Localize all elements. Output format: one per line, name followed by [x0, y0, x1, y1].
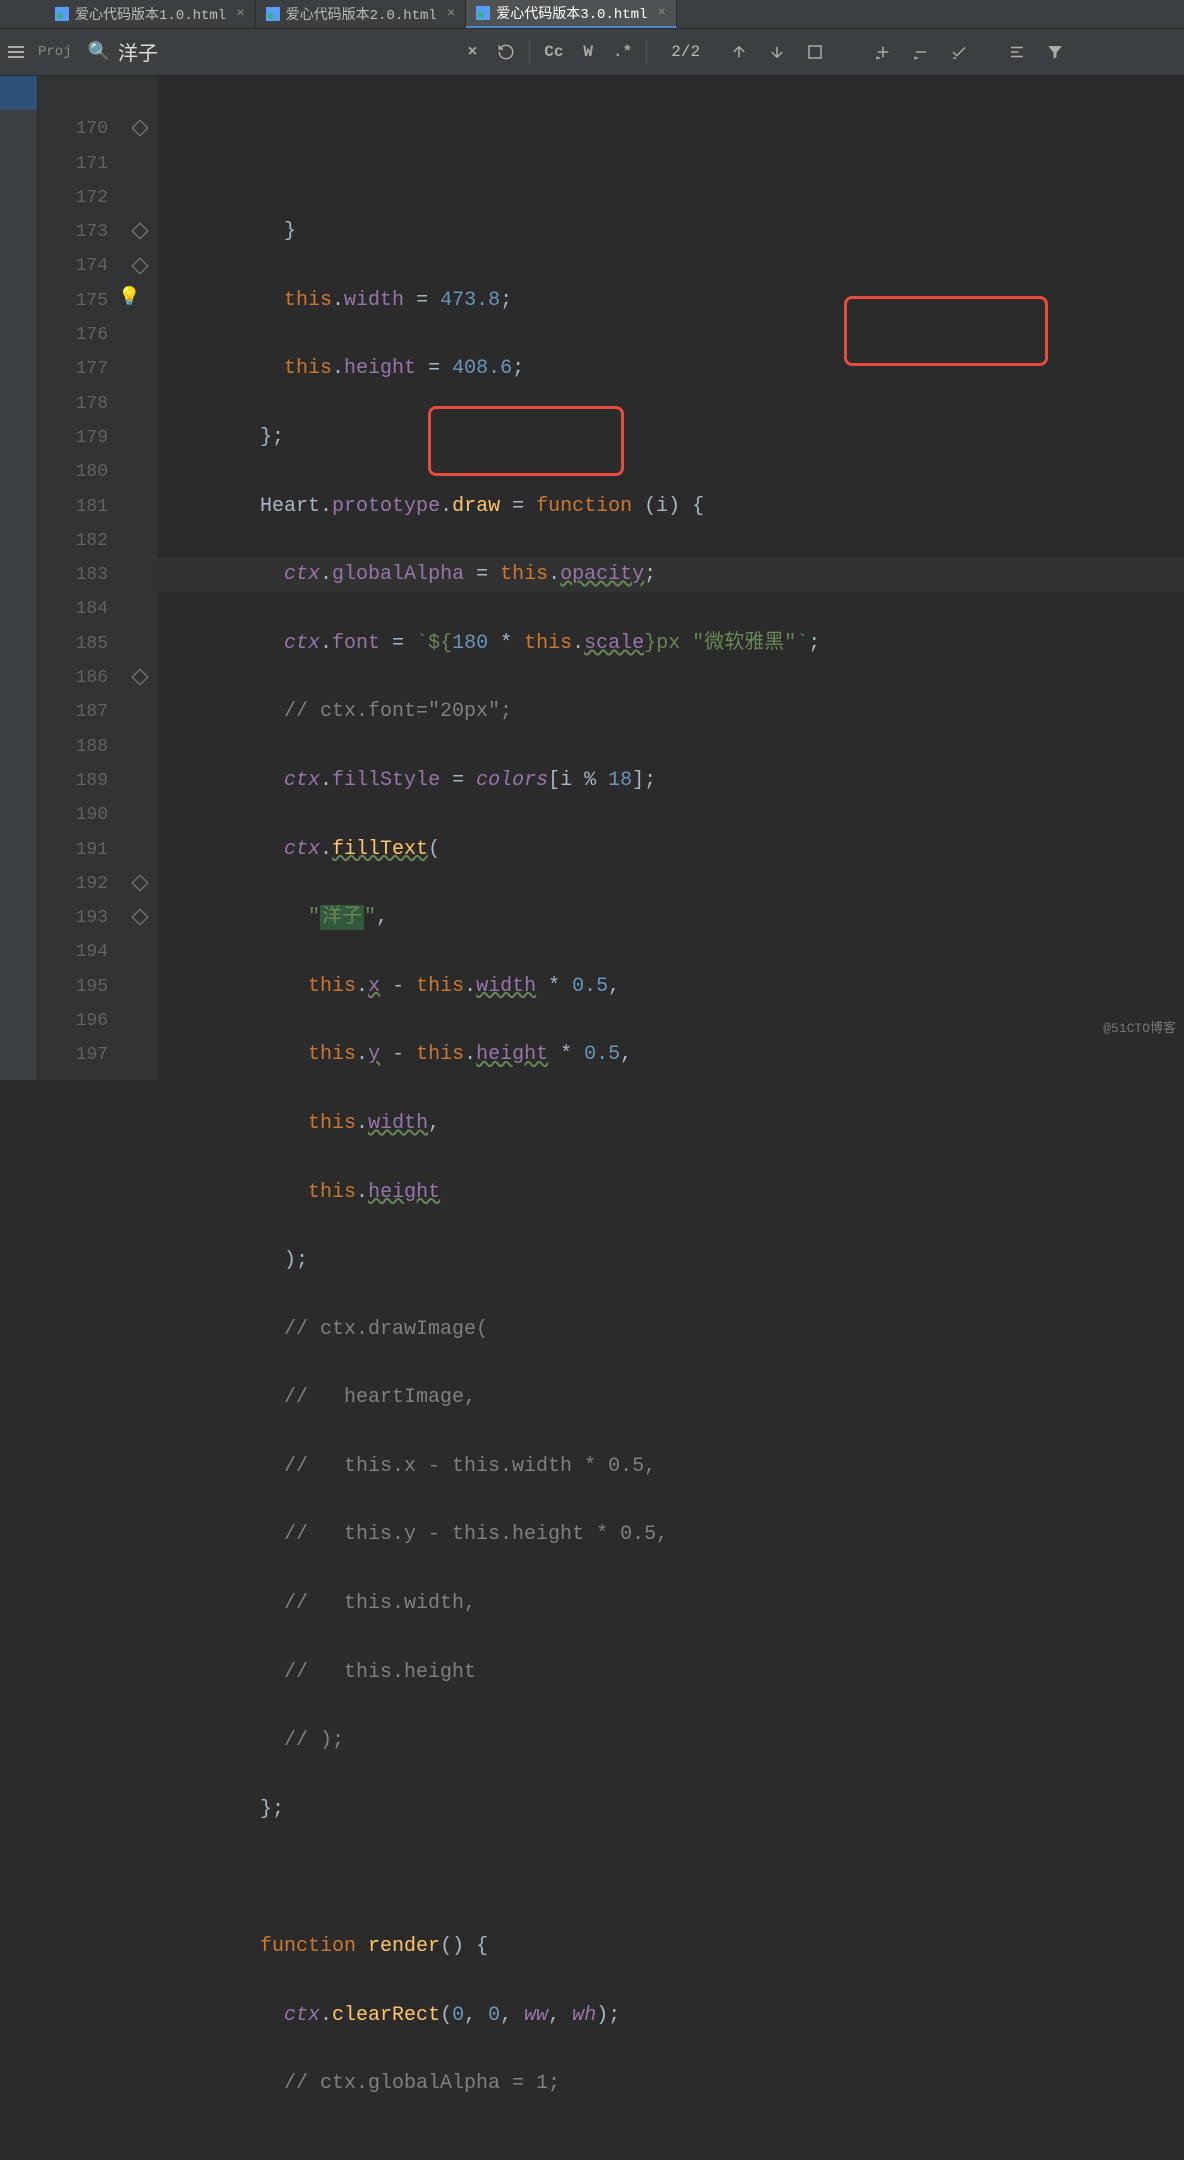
tab-file-3[interactable]: 爱心代码版本3.0.html ×	[466, 0, 677, 28]
match-counter: 2/2	[651, 43, 720, 61]
editor-tabs: 爱心代码版本1.0.html × 爱心代码版本2.0.html × 爱心代码版本3.…	[0, 0, 1184, 28]
remove-selection-icon[interactable]	[902, 43, 940, 61]
annotation-box-2	[428, 406, 624, 476]
add-selection-icon[interactable]	[864, 43, 902, 61]
match-case-button[interactable]: Cc	[534, 43, 573, 61]
close-icon[interactable]: ×	[657, 5, 665, 21]
next-match-icon[interactable]	[758, 43, 796, 61]
words-button[interactable]: W	[573, 43, 603, 61]
line-numbers: 1701711721731741751761771781791801811821…	[38, 76, 128, 1080]
tab-file-2[interactable]: 爱心代码版本2.0.html ×	[256, 0, 467, 28]
html-file-icon	[55, 7, 69, 21]
find-toolbar: Proj 🔍 × Cc W .* 2/2	[0, 28, 1184, 76]
select-occurrences-icon[interactable]	[940, 43, 978, 61]
annotation-box-1	[844, 296, 1048, 366]
prev-match-icon[interactable]	[720, 43, 758, 61]
watermark: @51CTO博客	[1103, 1017, 1176, 1036]
search-box: 🔍	[78, 29, 458, 75]
filter-icon[interactable]	[1036, 43, 1074, 61]
intention-bulb-icon[interactable]: 💡	[118, 281, 140, 315]
fold-column	[128, 76, 158, 1080]
left-gutter	[0, 76, 38, 1080]
menu-icon[interactable]	[8, 46, 24, 58]
project-label: Proj	[32, 44, 78, 60]
search-icon: 🔍	[88, 41, 110, 63]
tab-label: 爱心代码版本3.0.html	[496, 3, 647, 23]
html-file-icon	[476, 6, 490, 20]
settings-icon[interactable]	[998, 43, 1036, 61]
tab-file-1[interactable]: 爱心代码版本1.0.html ×	[45, 0, 256, 28]
editor-area: 1701711721731741751761771781791801811821…	[0, 76, 1184, 1080]
tab-label: 爱心代码版本2.0.html	[286, 4, 437, 24]
search-input[interactable]	[118, 41, 318, 64]
code-content[interactable]: 💡 } this.width = 473.8; this.height = 40…	[158, 76, 1184, 1080]
regex-button[interactable]: .*	[603, 43, 642, 61]
close-icon[interactable]: ×	[447, 6, 455, 22]
close-icon[interactable]: ×	[236, 6, 244, 22]
history-icon[interactable]	[487, 43, 525, 61]
tab-label: 爱心代码版本1.0.html	[75, 4, 226, 24]
html-file-icon	[266, 7, 280, 21]
clear-search-button[interactable]: ×	[458, 43, 488, 61]
select-all-icon[interactable]	[796, 43, 834, 61]
